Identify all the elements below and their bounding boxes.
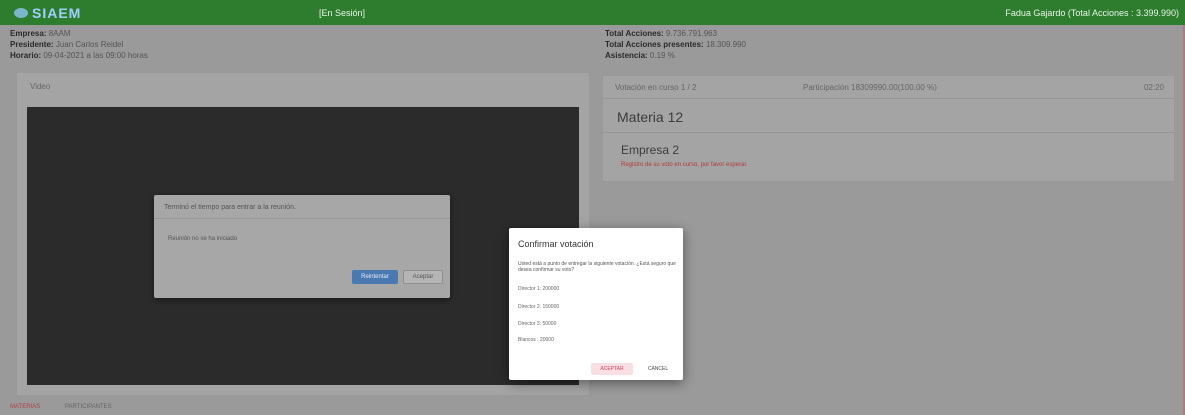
vote-panel: Votación en curso 1 / 2 Participación 18… [602, 75, 1175, 182]
confirm-accept-button[interactable]: ACEPTAR [591, 363, 633, 375]
horario-value: 09-04-2021 a las 09:00 horas [43, 51, 148, 60]
vote-line: Blancos : 20000 [518, 337, 554, 343]
asistencia-value: 0.19 % [649, 51, 675, 60]
vote-line: Director 2: 150000 [518, 304, 560, 310]
empresa-value: 8AAM [48, 29, 71, 38]
asistencia-row: Asistencia: 0.19 % [605, 50, 746, 61]
confirm-vote-dialog: Confirmar votación Usted está a punto de… [509, 228, 683, 380]
logo-icon [14, 7, 28, 18]
horario-row: Horario: 09-04-2021 a las 09:00 horas [10, 50, 148, 61]
vote-register-message: Registro de su voto en curso, por favor … [621, 162, 748, 168]
timeout-dialog-header: Terminó el tiempo para entrar a la reuni… [164, 204, 296, 211]
total-acciones-row: Total Acciones: 9.736.791.963 [605, 28, 746, 39]
presentes-label: Total Acciones presentes: [605, 40, 704, 49]
app-logo[interactable]: SIAEM [14, 4, 82, 21]
presidente-value: Juan Carlos Reidel [55, 40, 124, 49]
vote-line: Director 1: 200000 [518, 286, 560, 292]
meeting-timeout-dialog: Terminó el tiempo para entrar a la reuni… [154, 195, 450, 298]
accept-button[interactable]: Aceptar [403, 270, 443, 284]
user-info: Fadua Gajardo (Total Acciones : 3.399.99… [1005, 8, 1179, 18]
top-bar: SIAEM [En Sesión] Fadua Gajardo (Total A… [0, 0, 1185, 25]
total-acciones-label: Total Acciones: [605, 29, 664, 38]
asistencia-label: Asistencia: [605, 51, 648, 60]
materia-title: Materia 12 [617, 109, 684, 125]
presidente-label: Presidente: [10, 40, 54, 49]
confirm-message: Usted está a punto de entregar la siguie… [518, 261, 676, 273]
tab-materias[interactable]: MATERIAS [10, 404, 40, 410]
tab-participantes[interactable]: PARTICIPANTES [65, 404, 112, 410]
empresa-section: Empresa 2 Registro de su voto en curso, … [603, 132, 1174, 181]
logo-text: SIAEM [32, 4, 82, 21]
vote-line: Director 3: 50000 [518, 321, 557, 327]
timeout-dialog-body: Reunión no se ha iniciado [168, 236, 238, 242]
retry-button[interactable]: Reintentar [352, 270, 398, 284]
vote-timer: 02:20 [1143, 83, 1164, 92]
dialog-divider [154, 218, 450, 219]
empresa-title: Empresa 2 [621, 143, 680, 157]
presidente-row: Presidente: Juan Carlos Reidel [10, 39, 148, 50]
confirm-cancel-button[interactable]: CANCEL [641, 363, 675, 375]
vote-current: Votación en curso 1 / 2 [615, 83, 697, 92]
empresa-label: Empresa: [10, 29, 47, 38]
presentes-value: 18.309.990 [705, 40, 746, 49]
total-acciones-value: 9.736.791.963 [665, 29, 718, 38]
vote-participation: Participación 18309990.00(100.00 %) [803, 83, 937, 92]
session-status: [En Sesión] [319, 8, 366, 18]
meeting-info-left: Empresa: 8AAM Presidente: Juan Carlos Re… [10, 28, 148, 61]
empresa-row: Empresa: 8AAM [10, 28, 148, 39]
horario-label: Horario: [10, 51, 42, 60]
vote-status-row: Votación en curso 1 / 2 Participación 18… [603, 76, 1174, 99]
confirm-title: Confirmar votación [518, 239, 594, 249]
video-title: Video [30, 82, 51, 91]
presentes-row: Total Acciones presentes: 18.309.990 [605, 39, 746, 50]
meeting-info-right: Total Acciones: 9.736.791.963 Total Acci… [605, 28, 746, 61]
